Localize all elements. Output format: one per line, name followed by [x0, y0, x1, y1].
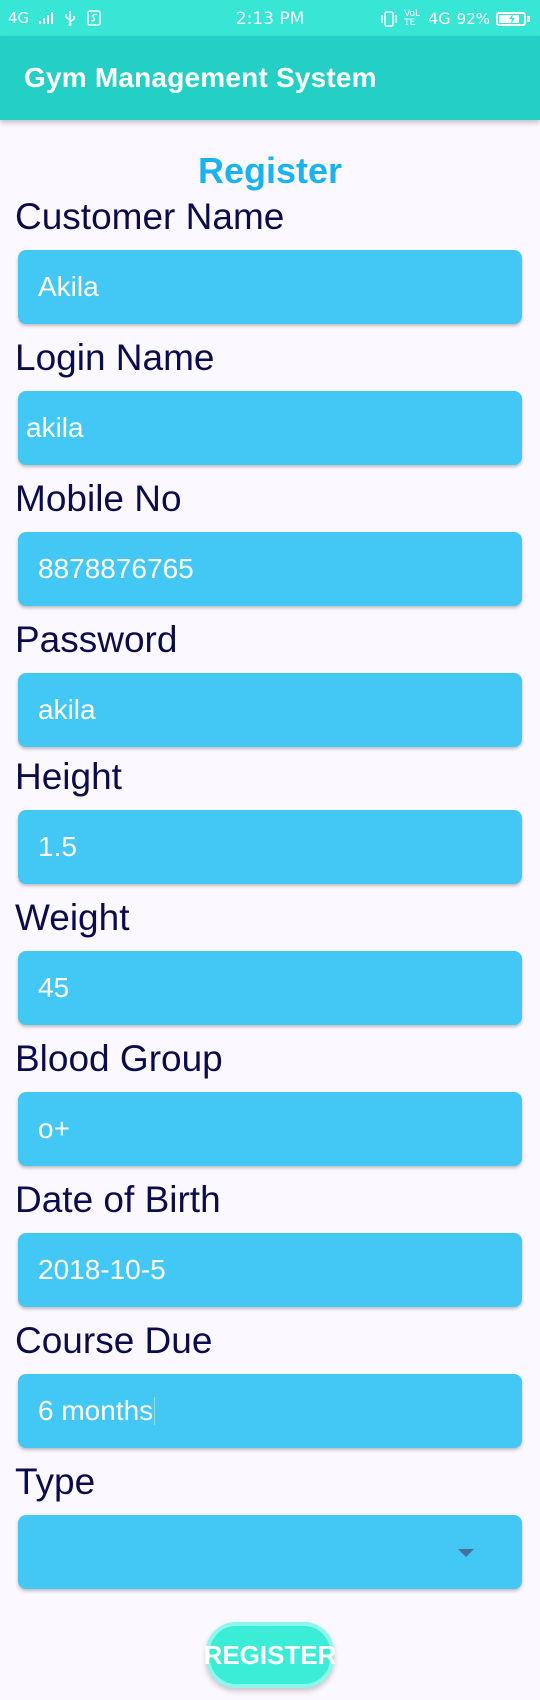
course-due-label: Course Due — [15, 1320, 213, 1361]
app-title: Gym Management System — [24, 62, 377, 93]
battery-icon — [496, 11, 530, 26]
blood-group-value: o+ — [38, 1113, 70, 1144]
login-name-value: akila — [26, 412, 84, 443]
register-button[interactable]: REGISTER — [204, 1622, 336, 1688]
battery-percent: 92% — [456, 9, 490, 28]
weight-input[interactable]: 45 — [18, 951, 522, 1025]
vibrate-icon — [381, 10, 397, 27]
height-label: Height — [15, 756, 122, 797]
height-input[interactable]: 1.5 — [18, 810, 522, 884]
password-input[interactable]: akila — [18, 673, 522, 747]
date-of-birth-value: 2018-10-5 — [38, 1254, 166, 1285]
date-of-birth-input[interactable]: 2018-10-5 — [18, 1233, 522, 1307]
status-bar: 4G 2:13 PM VoLTE 4G 92% — [0, 0, 540, 36]
password-value: akila — [38, 694, 96, 725]
app-bar: Gym Management System — [0, 36, 540, 120]
height-value: 1.5 — [38, 831, 77, 862]
type-label: Type — [15, 1461, 96, 1502]
blood-group-label: Blood Group — [15, 1038, 223, 1079]
course-due-input[interactable]: 6 months — [18, 1374, 522, 1448]
form-heading: Register — [197, 150, 343, 191]
status-right: VoLTE 4G 92% — [380, 9, 530, 28]
blood-group-input[interactable]: o+ — [18, 1092, 522, 1166]
course-due-value-wrap: 6 months — [38, 1374, 156, 1448]
type-dropdown[interactable] — [18, 1515, 522, 1589]
weight-value: 45 — [38, 972, 70, 1003]
login-name-label: Login Name — [15, 337, 215, 378]
weight-label: Weight — [15, 897, 130, 938]
chevron-down-icon[interactable] — [458, 1549, 474, 1557]
text-cursor — [154, 1397, 156, 1425]
volte-label: VoLTE — [404, 8, 421, 28]
mobile-no-label: Mobile No — [15, 478, 182, 519]
date-of-birth-label: Date of Birth — [15, 1179, 221, 1220]
mobile-no-input[interactable]: 8878876765 — [18, 532, 522, 606]
customer-name-input[interactable]: Akila — [18, 250, 522, 324]
password-label: Password — [15, 619, 178, 660]
customer-name-label: Customer Name — [15, 196, 285, 237]
network-type-right: 4G — [428, 9, 451, 28]
mobile-no-value: 8878876765 — [38, 553, 194, 584]
customer-name-value: Akila — [38, 271, 99, 302]
login-name-input[interactable]: akila — [18, 391, 522, 465]
course-due-value: 6 months — [38, 1395, 154, 1426]
